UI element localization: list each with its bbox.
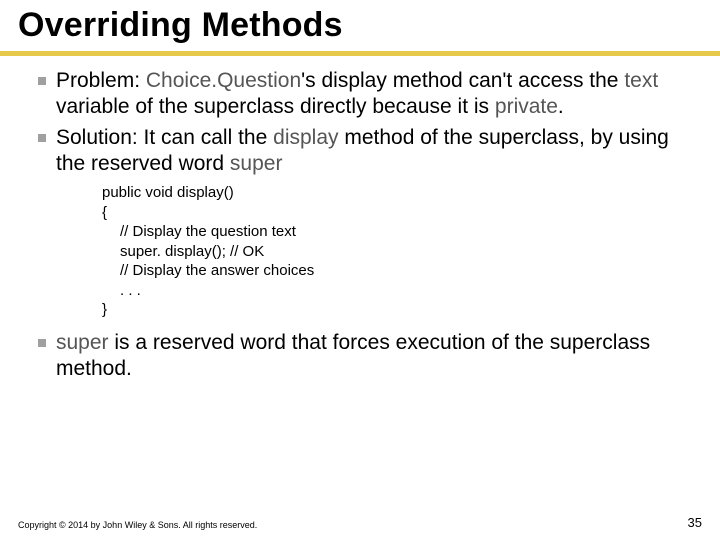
title-underline <box>0 51 720 56</box>
code-line-3: // Display the question text <box>102 222 702 242</box>
footer: Copyright © 2014 by John Wiley & Sons. A… <box>18 515 702 530</box>
slide-content: Problem: Choice.Question's display metho… <box>0 64 720 382</box>
problem-text-2: variable of the superclass directly beca… <box>56 95 495 118</box>
bullet-problem: Problem: Choice.Question's display metho… <box>38 68 702 121</box>
code-block: public void display() { // Display the q… <box>56 177 702 326</box>
bullet-super: super is a reserved word that forces exe… <box>38 330 702 383</box>
problem-end: . <box>558 95 564 118</box>
code-display: display <box>273 126 338 149</box>
code-private: private <box>495 95 558 118</box>
super-text: is a reserved word that forces execution… <box>56 331 650 380</box>
code-super-1: super <box>230 152 283 175</box>
bullet-solution: Solution: It can call the display method… <box>38 125 702 326</box>
page-number: 35 <box>688 515 702 530</box>
slide-title: Overriding Methods <box>0 0 720 49</box>
code-line-7: } <box>102 300 702 320</box>
copyright-text: Copyright © 2014 by John Wiley & Sons. A… <box>18 520 257 530</box>
code-super-2: super <box>56 331 109 354</box>
code-choicequestion: Choice.Question <box>146 69 301 92</box>
code-line-1: public void display() <box>102 183 702 203</box>
code-text-var: text <box>624 69 658 92</box>
code-line-2: { <box>102 203 702 223</box>
code-line-6: . . . <box>102 281 702 301</box>
slide: Overriding Methods Problem: Choice.Quest… <box>0 0 720 540</box>
problem-label: Problem: <box>56 69 146 92</box>
code-line-5: // Display the answer choices <box>102 261 702 281</box>
bullet-list: Problem: Choice.Question's display metho… <box>18 68 702 382</box>
solution-label: Solution: It can call the <box>56 126 273 149</box>
code-line-4: super. display(); // OK <box>102 242 702 262</box>
problem-text-1: 's display method can't access the <box>301 69 624 92</box>
